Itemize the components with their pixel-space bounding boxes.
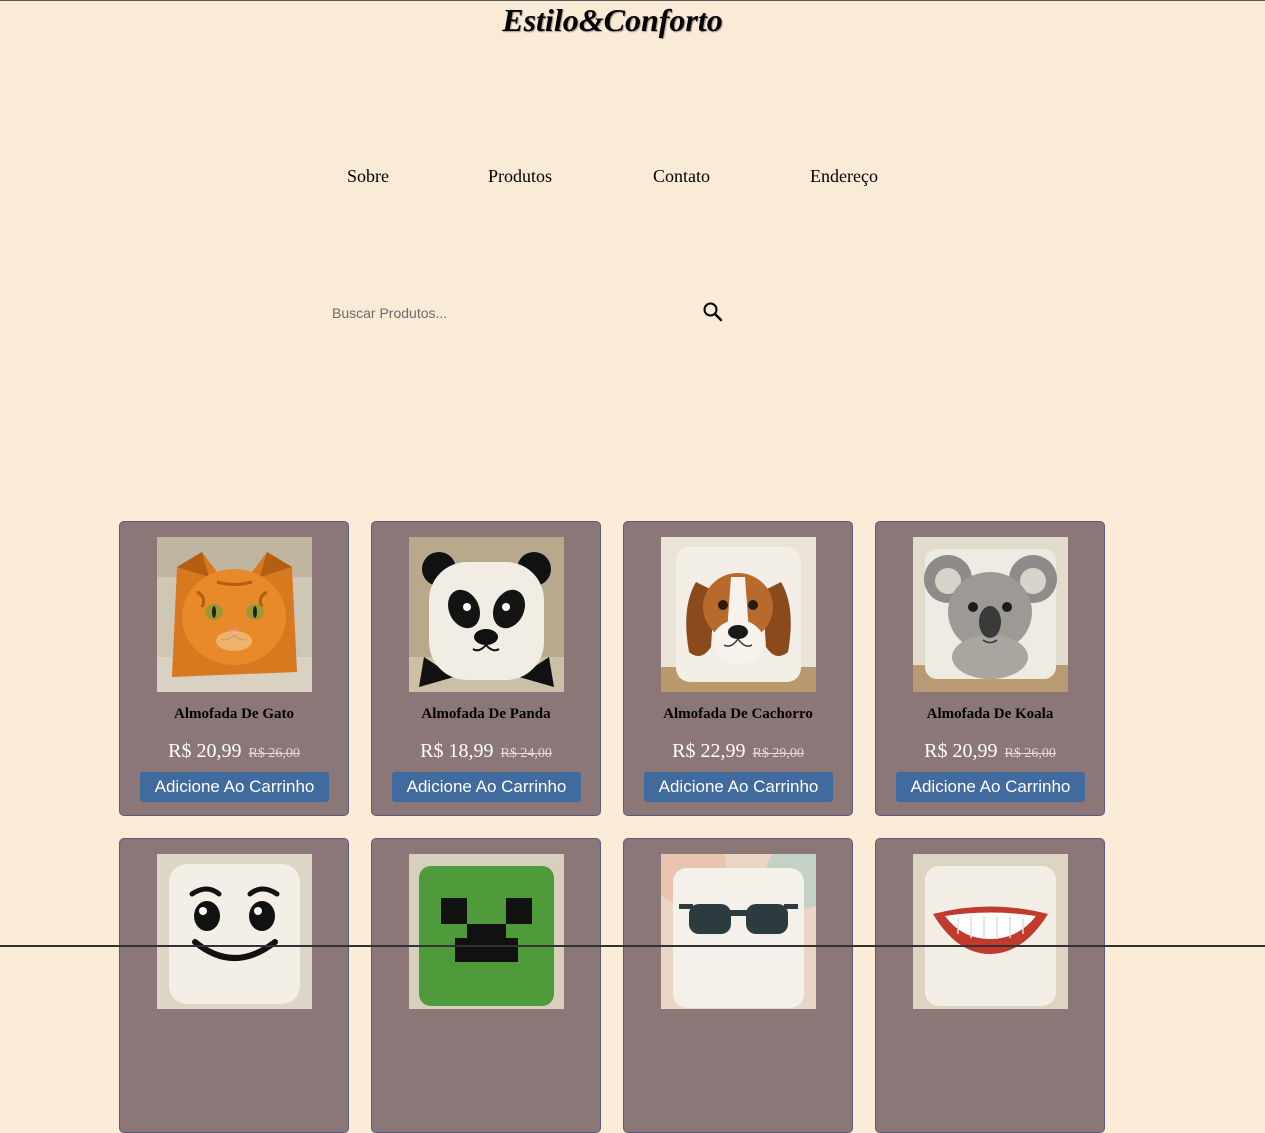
add-to-cart-button[interactable]: Adicione Ao Carrinho [140,772,329,802]
panda-pillow-image [409,537,564,692]
product-name: Almofada De Panda [421,706,551,722]
add-to-cart-button[interactable]: Adicione Ao Carrinho [392,772,581,802]
product-card: Almofada De Koala R$ 20,99 R$ 26,00 Adic… [875,521,1105,816]
product-card [875,838,1105,1133]
search-icon [703,302,723,322]
old-price: R$ 24,00 [500,746,552,761]
product-image [913,854,1068,1009]
current-price: R$ 22,99 [672,740,746,762]
add-to-cart-button[interactable]: Adicione Ao Carrinho [644,772,833,802]
nav-item-produtos[interactable]: Produtos [488,164,552,188]
beagle-pillow-image [661,537,816,692]
product-price: R$ 18,99 R$ 24,00 [372,740,600,763]
product-card [623,838,853,1133]
product-image [913,537,1068,692]
creeper-pillow-image [409,854,564,1009]
current-price: R$ 20,99 [168,740,242,762]
add-to-cart-button[interactable]: Adicione Ao Carrinho [896,772,1085,802]
search-button[interactable] [702,301,724,323]
lips-smile-pillow-image [913,854,1068,1009]
nav-item-sobre[interactable]: Sobre [347,164,389,188]
search-bar [322,296,732,330]
product-card [371,838,601,1133]
product-card: Almofada De Cachorro R$ 22,99 R$ 29,00 A… [623,521,853,816]
product-card [119,838,349,1133]
current-price: R$ 20,99 [924,740,998,762]
current-price: R$ 18,99 [420,740,494,762]
product-card: Almofada De Gato R$ 20,99 R$ 26,00 Adici… [119,521,349,816]
product-name: Almofada De Cachorro [663,706,813,722]
smiley-face-pillow-image [157,854,312,1009]
product-image [661,854,816,1009]
nav-item-contato[interactable]: Contato [653,164,710,188]
top-border [0,0,1265,1]
sunglasses-pillow-image [661,854,816,1009]
koala-pillow-image [913,537,1068,692]
product-image [661,537,816,692]
site-logo[interactable]: Estilo&Conforto [0,2,1225,38]
product-name: Almofada De Koala [926,706,1054,722]
old-price: R$ 29,00 [752,746,804,761]
product-image [409,854,564,1009]
old-price: R$ 26,00 [1004,746,1056,761]
search-input[interactable] [322,296,702,330]
product-image [409,537,564,692]
orange-cat-pillow-image [157,537,312,692]
product-price: R$ 20,99 R$ 26,00 [120,740,348,763]
old-price: R$ 26,00 [248,746,300,761]
product-card: Almofada De Panda R$ 18,99 R$ 24,00 Adic… [371,521,601,816]
product-image [157,537,312,692]
product-image [157,854,312,1009]
product-price: R$ 20,99 R$ 26,00 [876,740,1104,763]
product-price: R$ 22,99 R$ 29,00 [624,740,852,763]
main-nav: Sobre Produtos Contato Endereço [0,164,1265,188]
nav-item-endereco[interactable]: Endereço [810,164,878,188]
product-name: Almofada De Gato [174,706,294,722]
